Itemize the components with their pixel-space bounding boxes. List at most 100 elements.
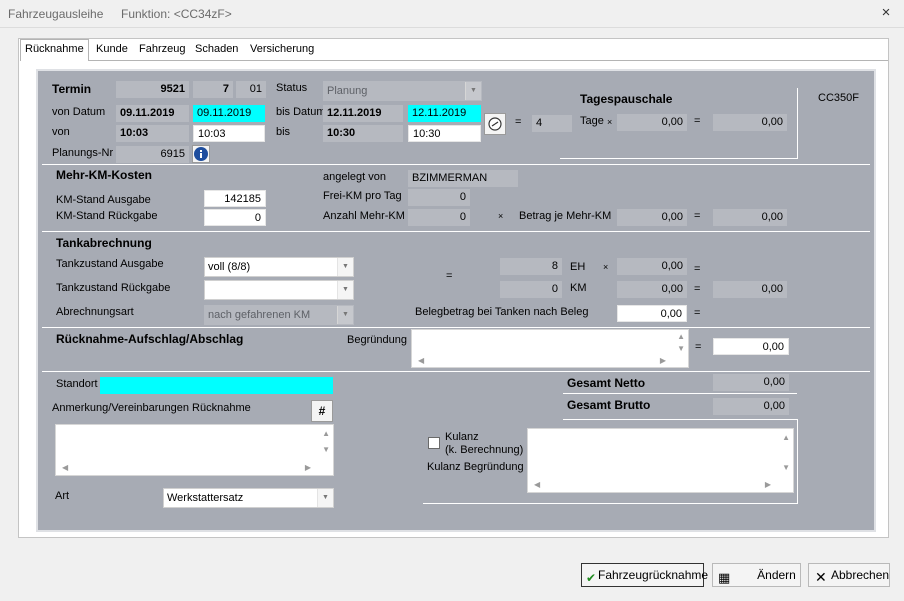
tage-label: Tage — [580, 115, 604, 127]
section-divider-1 — [42, 164, 870, 165]
angelegt-value: BZIMMERMAN — [408, 170, 518, 187]
art-value: Werkstattersatz — [167, 492, 244, 504]
abrechnungsart-label: Abrechnungsart — [56, 306, 134, 318]
scroll-up-icon[interactable]: ▲ — [322, 429, 330, 438]
window-title: Fahrzeugausleihe — [8, 7, 104, 21]
beleg-input[interactable]: 0,00 — [617, 305, 687, 322]
hash-button[interactable]: # — [311, 400, 333, 422]
tage-equals: = — [694, 115, 701, 127]
close-icon[interactable]: × — [877, 4, 895, 22]
gesamt-brutto-label: Gesamt Brutto — [567, 398, 651, 412]
tab-ruecknahme[interactable]: Rücknahme — [20, 39, 89, 61]
von-time-input[interactable]: 10:03 — [193, 125, 265, 142]
bis-datum-input[interactable]: 12.11.2019 — [408, 105, 481, 122]
aendern-button[interactable]: ▦ Ändern — [712, 563, 801, 587]
von-label: von — [52, 126, 70, 138]
tank-times: × — [603, 262, 609, 272]
aufschlag-input[interactable]: 0,00 — [713, 338, 789, 355]
scroll-right-icon[interactable]: ▶ — [305, 463, 311, 472]
tank-km-label: KM — [570, 282, 587, 294]
scroll-right-icon[interactable]: ▶ — [765, 480, 771, 489]
tank-eh-rate: 0,00 — [617, 258, 687, 275]
tank-ausgabe-value: voll (8/8) — [208, 261, 251, 273]
tank-ausgabe-label: Tankzustand Ausgabe — [56, 258, 164, 270]
mehr-km-title: Mehr-KM-Kosten — [56, 168, 152, 182]
mehr-km-total: 0,00 — [713, 209, 787, 226]
tagespauschale-total: 0,00 — [713, 114, 787, 131]
scroll-down-icon[interactable]: ▼ — [677, 344, 685, 353]
km-ausgabe-input[interactable]: 142185 — [204, 190, 266, 207]
chevron-down-icon[interactable]: ▼ — [317, 489, 333, 507]
planungs-nr-label: Planungs-Nr — [52, 147, 114, 159]
table-edit-icon: ▦ — [718, 570, 731, 585]
tab-fahrzeug[interactable]: Fahrzeug — [135, 40, 189, 60]
standort-input[interactable] — [100, 377, 333, 394]
von-datum-input[interactable]: 09.11.2019 — [193, 105, 265, 122]
scroll-left-icon[interactable]: ◀ — [418, 356, 424, 365]
kulanz-checkbox[interactable] — [428, 437, 440, 449]
tank-title: Tankabrechnung — [56, 236, 152, 250]
info-button[interactable] — [192, 145, 210, 163]
tagespauschale-divider-bottom — [560, 158, 798, 159]
tank-eh-label: EH — [570, 261, 586, 273]
bis-time-display: 10:30 — [323, 125, 403, 142]
km-ausgabe-label: KM-Stand Ausgabe — [56, 194, 151, 206]
planungs-nr-value: 6915 — [116, 146, 189, 163]
kulanz-sub-label: (k. Berechnung) — [445, 444, 524, 456]
kulanz-textarea[interactable]: ▲ ▼ ◀ ▶ — [527, 428, 794, 493]
tank-km-total: 0,00 — [713, 281, 787, 298]
tagespauschale-divider-right — [797, 88, 798, 158]
anzahl-mehr-km-label: Anzahl Mehr-KM — [323, 210, 405, 222]
anzahl-mehr-km-value: 0 — [408, 209, 470, 226]
bis-time-input[interactable]: 10:30 — [408, 125, 481, 142]
frei-km-label: Frei-KM pro Tag — [323, 190, 402, 202]
scroll-up-icon[interactable]: ▲ — [677, 332, 685, 341]
beleg-equals: = — [694, 307, 701, 319]
tank-ausgabe-select[interactable]: voll (8/8) ▼ — [204, 257, 354, 277]
scroll-left-icon[interactable]: ◀ — [62, 463, 68, 472]
kulanz-divider-bottom — [423, 503, 798, 504]
tab-kunde[interactable]: Kunde — [92, 40, 132, 60]
frei-km-value: 0 — [408, 189, 470, 206]
km-rueckgabe-label: KM-Stand Rückgabe — [56, 210, 158, 222]
tage-times: × — [607, 117, 613, 127]
tank-rueckgabe-select[interactable]: ▼ — [204, 280, 354, 300]
scroll-left-icon[interactable]: ◀ — [534, 480, 540, 489]
termin-number: 9521 — [116, 81, 189, 98]
kulanz-divider-right — [797, 419, 798, 504]
tank-rueckgabe-label: Tankzustand Rückgabe — [56, 282, 171, 294]
chevron-down-icon: ▼ — [465, 82, 481, 100]
abrechnungsart-value: nach gefahrenen KM — [208, 309, 311, 321]
scroll-up-icon[interactable]: ▲ — [782, 433, 790, 442]
tank-km-equals: = — [694, 283, 701, 295]
gesamt-netto-value: 0,00 — [713, 374, 789, 391]
clock-button[interactable] — [484, 113, 506, 135]
betrag-mehr-km-label: Betrag je Mehr-KM — [519, 210, 612, 222]
scroll-down-icon[interactable]: ▼ — [322, 445, 330, 454]
abbrechen-button[interactable]: ✕ Abbrechen — [808, 563, 890, 587]
tab-divider — [22, 60, 888, 61]
abrechnungsart-select: nach gefahrenen KM ▼ — [204, 305, 354, 325]
betrag-mehr-km-value: 0,00 — [617, 209, 687, 226]
info-icon — [194, 147, 208, 161]
tab-schaden[interactable]: Schaden — [191, 40, 242, 60]
tab-versicherung[interactable]: Versicherung — [246, 40, 318, 60]
anmerkung-label: Anmerkung/Vereinbarungen Rücknahme — [52, 402, 251, 414]
anmerkung-textarea[interactable]: ▲ ▼ ◀ ▶ — [55, 424, 334, 476]
checkmark-icon: ✔ — [586, 571, 597, 585]
tagespauschale-title: Tagespauschale — [580, 92, 673, 106]
bis-datum-display: 12.11.2019 — [323, 105, 403, 122]
window-function-label: Funktion: <CC34zF> — [121, 7, 232, 21]
km-rueckgabe-input[interactable]: 0 — [204, 209, 266, 226]
scroll-down-icon[interactable]: ▼ — [782, 463, 790, 472]
begruendung-textarea[interactable]: ▲ ▼ ◀ ▶ — [411, 329, 689, 368]
scroll-right-icon[interactable]: ▶ — [660, 356, 666, 365]
art-select[interactable]: Werkstattersatz ▼ — [163, 488, 334, 508]
tank-equals: = — [446, 270, 453, 282]
bis-datum-label: bis Datum — [276, 106, 326, 118]
section-divider-4 — [42, 371, 870, 372]
aufschlag-equals: = — [695, 341, 702, 353]
chevron-down-icon[interactable]: ▼ — [337, 281, 353, 299]
fahrzeugruecknahme-button[interactable]: ✔ Fahrzeugrücknahme — [581, 563, 708, 587]
chevron-down-icon[interactable]: ▼ — [337, 258, 353, 276]
